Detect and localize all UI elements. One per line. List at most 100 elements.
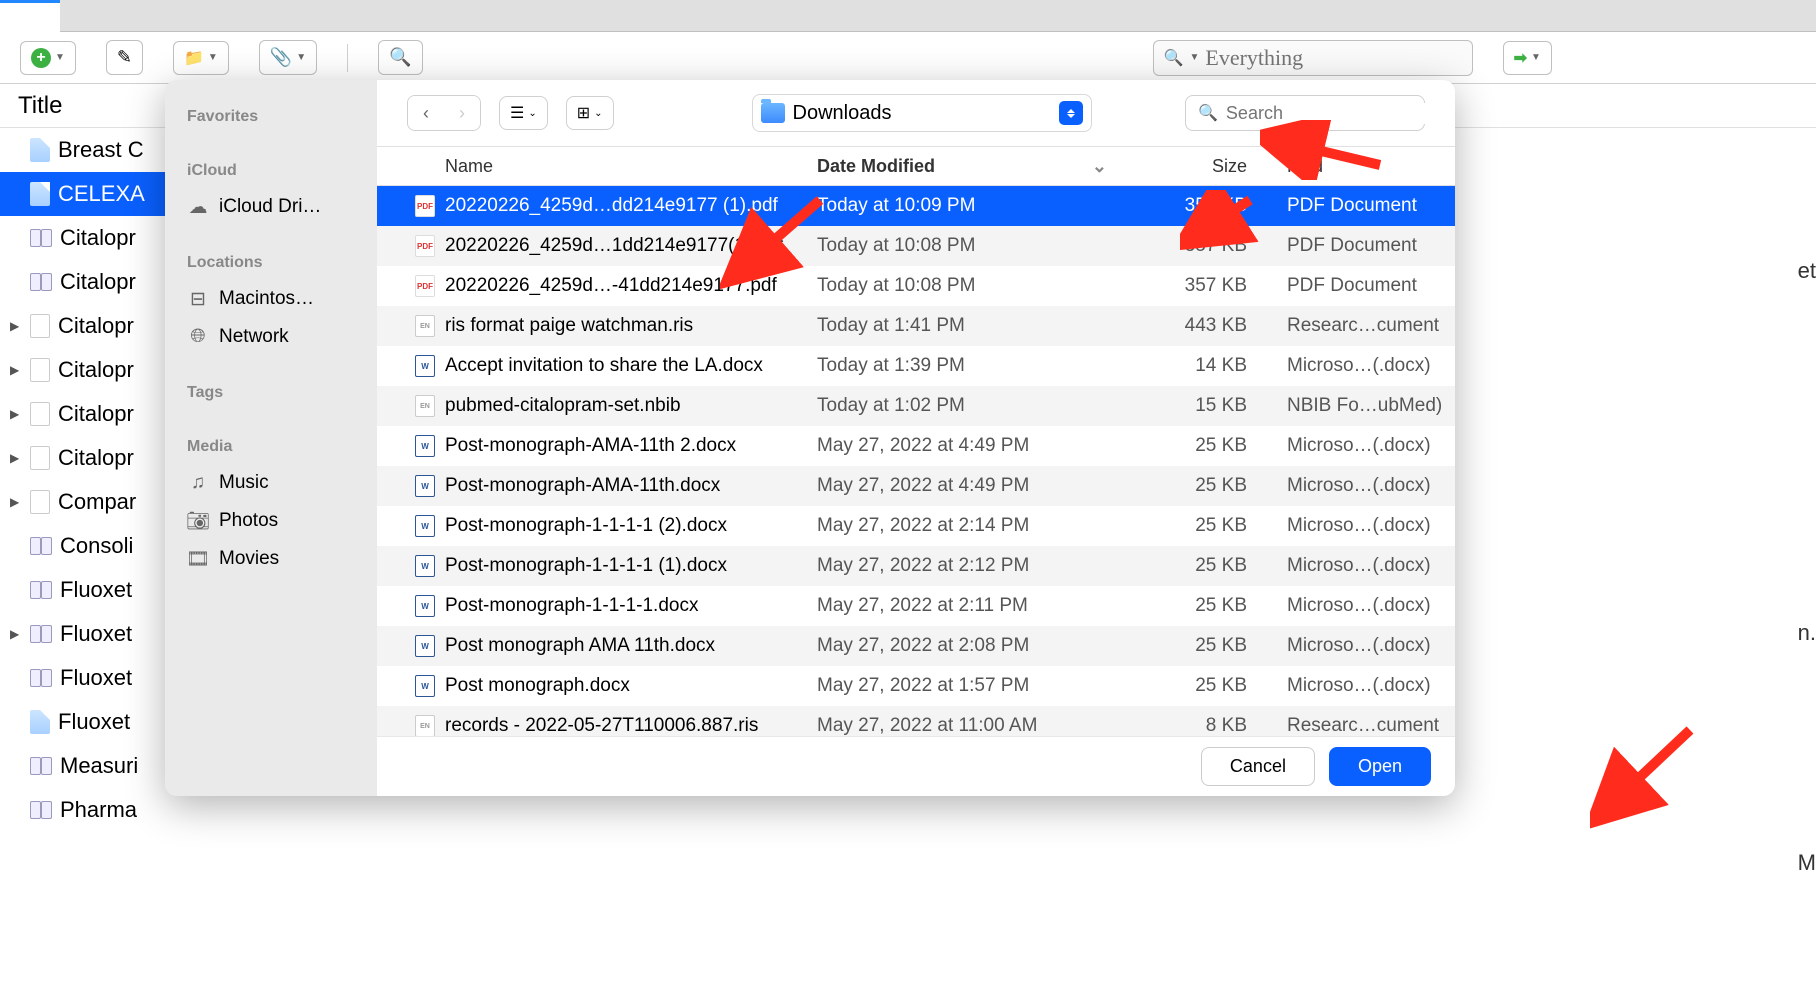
file-row[interactable]: WPost-monograph-1-1-1-1 (2).docxMay 27, … bbox=[377, 506, 1455, 546]
file-name: Post-monograph-AMA-11th 2.docx bbox=[445, 435, 736, 457]
file-date: Today at 10:09 PM bbox=[817, 195, 1127, 217]
file-icon bbox=[30, 182, 50, 206]
camera-icon: 📷︎ bbox=[187, 510, 209, 532]
file-name: Post monograph.docx bbox=[445, 675, 630, 697]
file-kind: Microso…(.docx) bbox=[1277, 675, 1455, 697]
sidebar-section-media: Media bbox=[165, 430, 377, 464]
library-item[interactable]: Fluoxet bbox=[0, 568, 165, 612]
folder-button[interactable]: 📁 ▼ bbox=[173, 41, 229, 75]
book-icon bbox=[30, 757, 52, 775]
file-kind: PDF Document bbox=[1277, 275, 1455, 297]
file-row[interactable]: WAccept invitation to share the LA.docxT… bbox=[377, 346, 1455, 386]
library-item[interactable]: ▶Fluoxet bbox=[0, 612, 165, 656]
docx-file-icon: W bbox=[415, 435, 435, 457]
file-size: 25 KB bbox=[1127, 595, 1277, 617]
forward-button[interactable]: ➡ ▼ bbox=[1503, 41, 1552, 75]
forward-button[interactable]: › bbox=[444, 96, 480, 130]
sidebar-item-movies[interactable]: 🎞︎ Movies bbox=[165, 540, 377, 578]
file-row[interactable]: WPost-monograph-AMA-11th.docxMay 27, 202… bbox=[377, 466, 1455, 506]
library-item[interactable]: ▶Citalopr bbox=[0, 348, 165, 392]
grid-view-button[interactable]: ⊞ ⌄ bbox=[566, 96, 614, 130]
library-item[interactable]: ▶Citalopr bbox=[0, 392, 165, 436]
sidebar-item-icloud-drive[interactable]: ☁ iCloud Dri… bbox=[165, 188, 377, 226]
file-date: May 27, 2022 at 2:08 PM bbox=[817, 635, 1127, 657]
library-item[interactable]: Breast C bbox=[0, 128, 165, 172]
column-name[interactable]: Name bbox=[377, 156, 817, 177]
expand-arrow-icon: ▶ bbox=[10, 627, 22, 641]
cutoff-text-et: et bbox=[1798, 258, 1816, 284]
wand-icon: ✎ bbox=[117, 47, 132, 68]
library-item[interactable]: Citalopr bbox=[0, 216, 165, 260]
add-button[interactable]: + ▼ bbox=[20, 41, 76, 75]
library-item[interactable]: Citalopr bbox=[0, 260, 165, 304]
library-item-label: Fluoxet bbox=[60, 665, 132, 691]
library-item[interactable]: CELEXA bbox=[0, 172, 165, 216]
file-row[interactable]: ENrecords - 2022-05-27T110006.887.risMay… bbox=[377, 706, 1455, 736]
location-picker[interactable]: Downloads bbox=[752, 94, 1092, 132]
expand-arrow-icon: ▶ bbox=[10, 451, 22, 465]
file-date: May 27, 2022 at 11:00 AM bbox=[817, 715, 1127, 736]
file-kind: Microso…(.docx) bbox=[1277, 515, 1455, 537]
file-icon bbox=[30, 710, 50, 734]
attach-button[interactable]: 📎 ▼ bbox=[259, 40, 317, 75]
library-item-label: Consoli bbox=[60, 533, 133, 559]
file-date: May 27, 2022 at 2:11 PM bbox=[817, 595, 1127, 617]
file-size: 357 KB bbox=[1127, 275, 1277, 297]
expand-arrow-icon: ▶ bbox=[10, 495, 22, 509]
library-item[interactable]: Pharma bbox=[0, 788, 165, 832]
expand-arrow-icon: ▶ bbox=[10, 363, 22, 377]
file-row[interactable]: WPost-monograph-1-1-1-1.docxMay 27, 2022… bbox=[377, 586, 1455, 626]
library-item[interactable]: ▶Citalopr bbox=[0, 304, 165, 348]
library-item[interactable]: ▶Compar bbox=[0, 480, 165, 524]
global-search[interactable]: 🔍 ▼ bbox=[1153, 40, 1473, 76]
sidebar-item-network[interactable]: 🌐︎ Network bbox=[165, 318, 377, 356]
back-button[interactable]: ‹ bbox=[408, 96, 444, 130]
library-item[interactable]: ▶Citalopr bbox=[0, 436, 165, 480]
file-kind: PDF Document bbox=[1277, 195, 1455, 217]
library-item[interactable]: Fluoxet bbox=[0, 656, 165, 700]
library-item-label: Citalopr bbox=[58, 401, 134, 427]
annotation-arrow-3 bbox=[1260, 120, 1390, 180]
txt-file-icon: EN bbox=[415, 715, 435, 736]
file-row[interactable]: PDF20220226_4259d…1dd214e9177(1).pdfToda… bbox=[377, 226, 1455, 266]
annotation-arrow-1 bbox=[720, 190, 840, 290]
file-name: Post-monograph-1-1-1-1 (2).docx bbox=[445, 515, 727, 537]
column-size[interactable]: Size bbox=[1127, 156, 1277, 177]
file-row[interactable]: ENris format paige watchman.risToday at … bbox=[377, 306, 1455, 346]
film-icon: 🎞︎ bbox=[187, 548, 209, 570]
library-item[interactable]: Fluoxet bbox=[0, 700, 165, 744]
file-row[interactable]: PDF20220226_4259d…dd214e9177 (1).pdfToda… bbox=[377, 186, 1455, 226]
library-item-label: Citalopr bbox=[60, 225, 136, 251]
library-item[interactable]: Consoli bbox=[0, 524, 165, 568]
open-button[interactable]: Open bbox=[1329, 747, 1431, 786]
file-size: 15 KB bbox=[1127, 395, 1277, 417]
sidebar-item-macintosh[interactable]: ⊟ Macintos… bbox=[165, 280, 377, 318]
file-row[interactable]: WPost monograph AMA 11th.docxMay 27, 202… bbox=[377, 626, 1455, 666]
book-icon bbox=[30, 581, 52, 599]
file-row[interactable]: WPost-monograph-1-1-1-1 (1).docxMay 27, … bbox=[377, 546, 1455, 586]
list-view-button[interactable]: ☰ ⌄ bbox=[499, 96, 548, 130]
txt-file-icon: EN bbox=[415, 315, 435, 337]
file-row[interactable]: PDF20220226_4259d…-41dd214e9177.pdfToday… bbox=[377, 266, 1455, 306]
sidebar-item-photos[interactable]: 📷︎ Photos bbox=[165, 502, 377, 540]
search-icon: 🔍 bbox=[1198, 103, 1218, 123]
book-icon bbox=[30, 625, 52, 643]
music-icon: ♫ bbox=[187, 472, 209, 494]
file-name: ris format paige watchman.ris bbox=[445, 315, 693, 337]
column-date[interactable]: Date Modified ⌄ bbox=[817, 156, 1127, 177]
file-row[interactable]: ENpubmed-citalopram-set.nbibToday at 1:0… bbox=[377, 386, 1455, 426]
library-item[interactable]: Measuri bbox=[0, 744, 165, 788]
globe-icon: 🌐︎ bbox=[187, 326, 209, 348]
search-input[interactable] bbox=[1205, 45, 1475, 71]
cancel-button[interactable]: Cancel bbox=[1201, 747, 1315, 786]
file-date: May 27, 2022 at 4:49 PM bbox=[817, 435, 1127, 457]
file-list[interactable]: PDF20220226_4259d…dd214e9177 (1).pdfToda… bbox=[377, 186, 1455, 736]
sidebar-item-music[interactable]: ♫ Music bbox=[165, 464, 377, 502]
docx-file-icon: W bbox=[415, 635, 435, 657]
active-tab[interactable] bbox=[0, 0, 60, 32]
file-row[interactable]: W Post-monograph-AMA-11th 2.docx May 27, 2… bbox=[377, 426, 1455, 466]
file-row[interactable]: WPost monograph.docxMay 27, 2022 at 1:57… bbox=[377, 666, 1455, 706]
file-icon bbox=[30, 446, 50, 470]
wand-button[interactable]: ✎ bbox=[106, 40, 143, 75]
lens-button[interactable]: 🔍 bbox=[378, 40, 422, 75]
